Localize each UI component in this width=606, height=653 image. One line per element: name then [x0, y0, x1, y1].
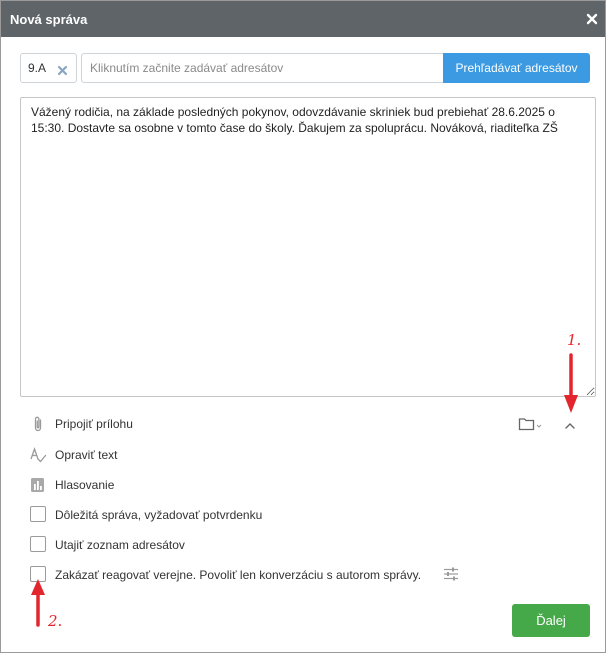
- tag-remove-icon[interactable]: [57, 63, 68, 76]
- important-message-option: Dôležitá správa, vyžadovať potvrdenku: [29, 505, 469, 525]
- dialog-titlebar: Nová správa: [1, 1, 605, 37]
- sliders-icon[interactable]: [443, 566, 459, 582]
- recipient-tag: 9.A: [20, 53, 77, 83]
- recipient-tag-label: 9.A: [28, 61, 47, 75]
- next-button[interactable]: Ďalej: [512, 604, 590, 637]
- attach-file-row[interactable]: Pripojiť prílohu: [29, 414, 469, 434]
- folder-icon[interactable]: [518, 416, 542, 432]
- message-body-textarea[interactable]: Vážený rodičia, na základe posledných po…: [20, 97, 596, 397]
- annotation-arrow-up-icon: [31, 579, 45, 627]
- spellcheck-row[interactable]: Opraviť text: [29, 445, 469, 465]
- new-message-dialog: Nová správa 9.A Prehľadávať adresátov Vá…: [0, 0, 606, 653]
- annotation-arrow-down-icon: [564, 353, 578, 413]
- poll-label: Hlasovanie: [55, 478, 115, 492]
- disable-public-reply-label: Zakázať reagovať verejne. Povoliť len ko…: [55, 568, 422, 582]
- hide-recipients-checkbox[interactable]: [30, 536, 46, 552]
- poll-icon: [29, 476, 47, 494]
- important-message-checkbox[interactable]: [30, 506, 46, 522]
- close-icon[interactable]: [585, 12, 599, 26]
- poll-row[interactable]: Hlasovanie: [29, 475, 469, 495]
- attach-file-label: Pripojiť prílohu: [55, 417, 133, 431]
- disable-public-reply-option: Zakázať reagovať verejne. Povoliť len ko…: [29, 565, 469, 585]
- paperclip-icon: [29, 415, 47, 433]
- annotation-marker-2: 2.: [48, 612, 63, 630]
- recipient-search-input[interactable]: [81, 53, 452, 83]
- annotation-marker-1: 1.: [567, 331, 582, 349]
- important-message-label: Dôležitá správa, vyžadovať potvrdenku: [55, 508, 263, 522]
- hide-recipients-option: Utajiť zoznam adresátov: [29, 535, 469, 555]
- hide-recipients-label: Utajiť zoznam adresátov: [55, 538, 185, 552]
- browse-recipients-button[interactable]: Prehľadávať adresátov: [443, 53, 590, 83]
- recipients-bar: 9.A Prehľadávať adresátov: [20, 53, 590, 83]
- spellcheck-label: Opraviť text: [55, 448, 118, 462]
- dialog-title: Nová správa: [10, 12, 88, 27]
- spellcheck-icon: [29, 446, 47, 464]
- chevron-up-icon[interactable]: [564, 418, 576, 429]
